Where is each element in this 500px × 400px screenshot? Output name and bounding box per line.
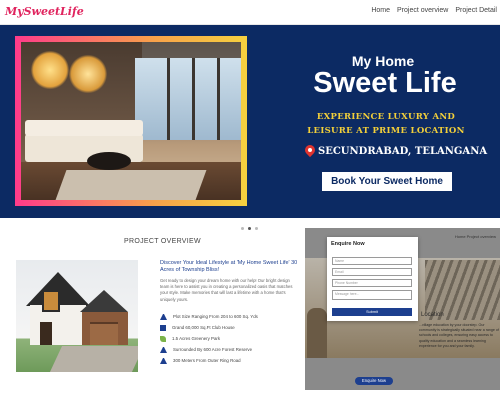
message-field[interactable]: Message here...: [332, 290, 412, 300]
feature-item: 300 Meters From Outer Ring Road: [160, 357, 300, 365]
hero-photo-frame: [15, 36, 247, 206]
nav-project-detail[interactable]: Project Detail: [455, 7, 497, 14]
house-image: [16, 260, 138, 372]
carousel-dots: [241, 227, 258, 230]
hero-banner: My Home Sweet Life EXPERIENCE LUXURY AND…: [0, 25, 500, 218]
forest-icon: [160, 346, 167, 353]
phone-field[interactable]: Phone Number: [332, 279, 412, 287]
location-text: ...village education by your doorstep. O…: [419, 323, 499, 348]
location-heading: Location: [421, 312, 444, 318]
triangle-icon: [160, 313, 167, 320]
enquire-now-button[interactable]: Enquire Now: [355, 377, 393, 385]
hero-tagline: EXPERIENCE LUXURY AND LEISURE AT PRIME L…: [307, 112, 465, 136]
project-overview-heading: PROJECT OVERVIEW: [124, 238, 201, 245]
hero-location: SECUNDRABAD, TELANGANA: [305, 145, 487, 158]
email-field[interactable]: Email: [332, 268, 412, 276]
site-logo[interactable]: MySweetLife: [5, 5, 84, 18]
top-navbar: MySweetLife Home Project overview Projec…: [0, 0, 500, 25]
road-icon: [160, 357, 167, 364]
breadcrumb: Home Project overview: [454, 234, 496, 239]
carousel-dot-3[interactable]: [255, 227, 258, 230]
clubhouse-icon: [160, 324, 166, 331]
name-field[interactable]: Name: [332, 257, 412, 265]
feature-item: Surrounded By 600 Acre Forest Reserve: [160, 346, 300, 354]
book-sweet-home-button[interactable]: Book Your Sweet Home: [322, 172, 452, 191]
submit-button[interactable]: Submit: [332, 308, 412, 316]
nav-project-overview[interactable]: Project overview: [397, 7, 448, 14]
park-icon: [160, 335, 166, 342]
feature-item: 1.5 Acres Greenery Park: [160, 335, 300, 343]
nav-home[interactable]: Home: [371, 7, 390, 14]
overview-title: Discover Your Ideal Lifestyle at 'My Hom…: [160, 260, 298, 273]
hero-title: Sweet Life: [313, 67, 457, 99]
feature-list: Plot Size Ranging From 204 to 600 Sq. Yd…: [160, 313, 300, 365]
living-room-image: [21, 42, 241, 200]
overview-body: Get ready to design your dream home with…: [160, 278, 293, 302]
carousel-dot-2[interactable]: [248, 227, 251, 230]
carousel-dot-1[interactable]: [241, 227, 244, 230]
enquire-modal: Enquire Now Name Email Phone Number Mess…: [327, 237, 418, 321]
enquire-title: Enquire Now: [331, 241, 365, 247]
main-nav: Home Project overview Project Detail: [371, 7, 497, 14]
feature-item: Plot Size Ranging From 204 to 600 Sq. Yd…: [160, 313, 300, 321]
feature-item: Grand 60,000 Sq.Ft Club House: [160, 324, 300, 332]
hero-location-text: SECUNDRABAD, TELANGANA: [318, 146, 488, 157]
location-pin-icon: [305, 145, 315, 158]
